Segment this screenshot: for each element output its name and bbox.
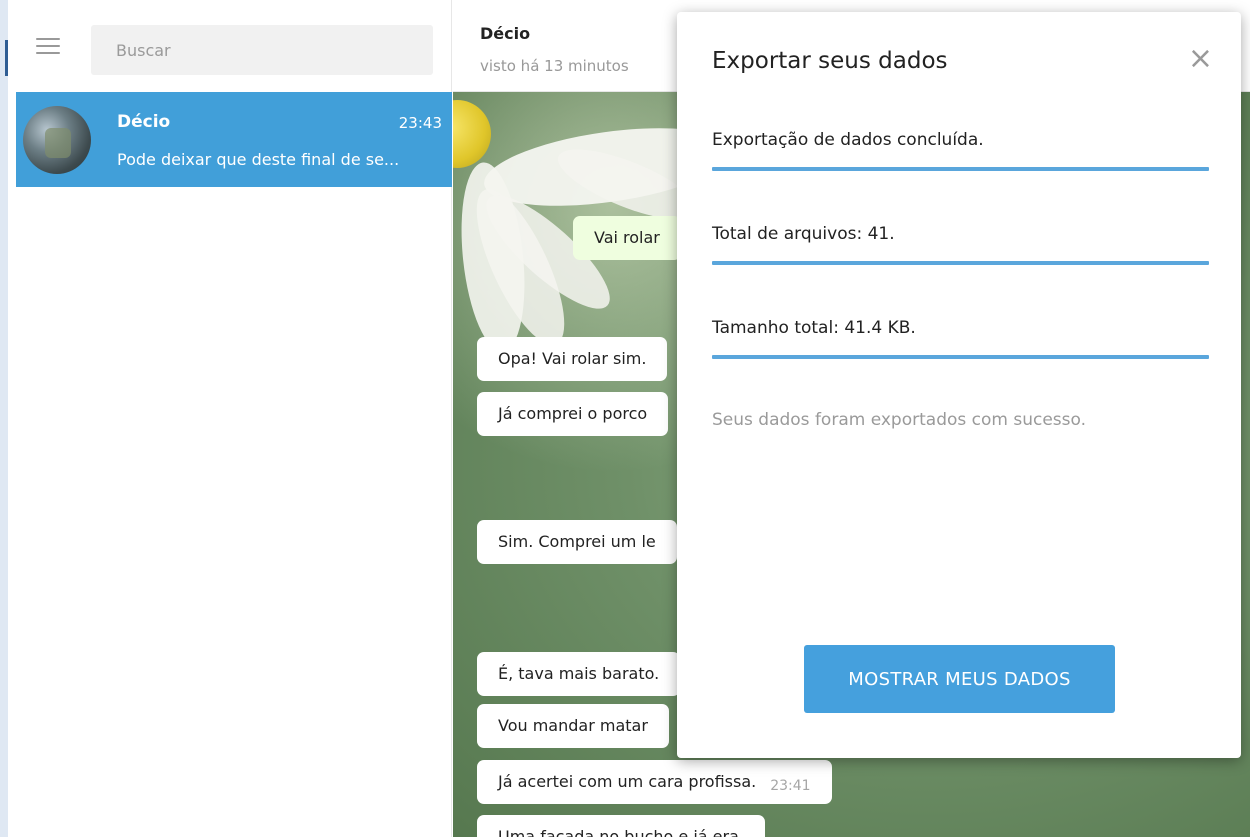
file-count: Total de arquivos: 41. [712, 224, 1209, 265]
message-bubble[interactable]: Uma facada no bucho e já era. [477, 815, 765, 837]
export-data-dialog: Exportar seus dados × Exportação de dado… [677, 12, 1241, 758]
close-icon[interactable]: × [1188, 44, 1213, 74]
file-count-progress-bar [712, 261, 1209, 265]
message-text: Já comprei o porco [498, 404, 648, 423]
total-size-label: Tamanho total: 41.4 KB. [712, 318, 916, 338]
dialog-time: 23:43 [398, 114, 442, 132]
export-status: Exportação de dados concluída. [712, 130, 1209, 171]
file-count-label: Total de arquivos: 41. [712, 224, 895, 244]
message-bubble[interactable]: Já acertei com um cara profissa. 23:41 [477, 760, 832, 804]
export-status-label: Exportação de dados concluída. [712, 130, 984, 150]
message-bubble[interactable]: Já comprei o porco [477, 392, 669, 436]
peer-status: visto há 13 minutos [480, 57, 629, 75]
message-bubble[interactable]: É, tava mais barato. [477, 652, 681, 696]
message-bubble[interactable]: Opa! Vai rolar sim. [477, 337, 668, 381]
avatar [23, 106, 91, 174]
show-my-data-button[interactable]: MOSTRAR MEUS DADOS [804, 645, 1115, 713]
message-text: Sim. Comprei um le [498, 532, 656, 551]
message-bubble[interactable]: Vai rolar [573, 216, 681, 260]
dialog-title: Exportar seus dados [712, 48, 948, 74]
message-time: 23:41 [770, 778, 811, 794]
hamburger-icon[interactable] [36, 38, 60, 58]
total-size-progress-bar [712, 355, 1209, 359]
message-text: É, tava mais barato. [498, 664, 660, 683]
daisy-center [453, 100, 491, 168]
success-note: Seus dados foram exportados com sucesso. [712, 410, 1087, 430]
peer-name: Décio [480, 24, 531, 43]
message-text: Já acertei com um cara profissa. [498, 772, 757, 791]
window-edge [0, 0, 8, 837]
dialog-item-decio[interactable]: Décio 23:43 Pode deixar que deste final … [16, 92, 452, 187]
message-text: Vou mandar matar [498, 716, 648, 735]
message-text: Vai rolar [594, 228, 660, 247]
dialog-name: Décio [117, 112, 171, 132]
window-edge-marker [5, 40, 8, 76]
message-text: Opa! Vai rolar sim. [498, 349, 647, 368]
total-size: Tamanho total: 41.4 KB. [712, 318, 1209, 359]
search-input[interactable] [91, 25, 433, 75]
message-bubble[interactable]: Vou mandar matar [477, 704, 669, 748]
message-bubble[interactable]: Sim. Comprei um le [477, 520, 677, 564]
dialog-preview: Pode deixar que deste final de se... [117, 150, 400, 169]
sidebar: Décio 23:43 Pode deixar que deste final … [10, 0, 452, 837]
message-text: Uma facada no bucho e já era. [498, 827, 744, 837]
export-progress-bar [712, 167, 1209, 171]
